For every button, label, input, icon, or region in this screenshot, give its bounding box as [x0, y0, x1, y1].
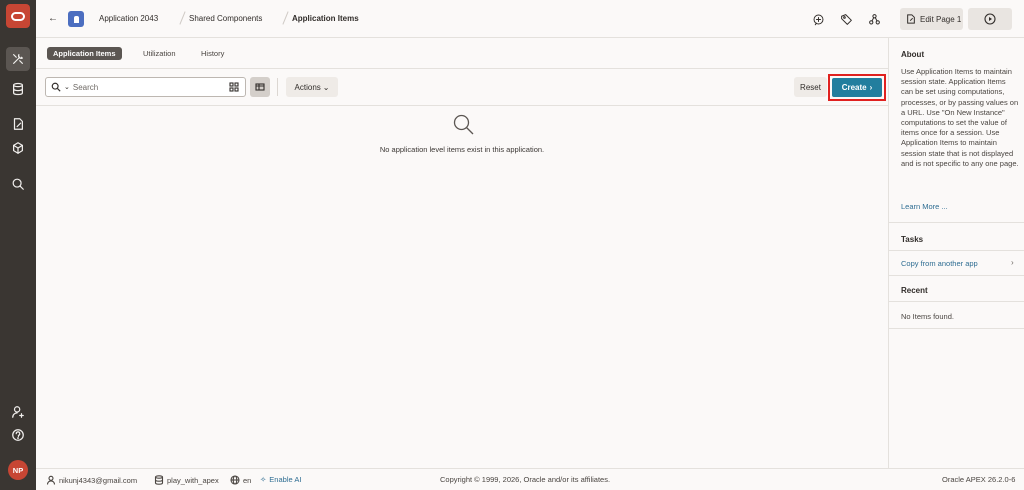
footer-workspace-name: play_with_apex	[167, 475, 219, 485]
footer-language-code: en	[243, 475, 252, 485]
tab-history[interactable]: History	[201, 47, 224, 60]
help-icon[interactable]	[6, 423, 30, 447]
breadcrumb-separator	[282, 11, 289, 25]
application-icon	[68, 11, 84, 27]
panel-divider	[889, 250, 1024, 251]
sparkle-icon: ✧	[260, 475, 267, 484]
search-input[interactable]	[72, 82, 223, 92]
database-icon	[154, 475, 164, 485]
search-box[interactable]: ⌄	[45, 77, 246, 97]
chevron-down-icon[interactable]: ⌄	[64, 83, 70, 91]
panel-divider	[889, 275, 1024, 276]
about-text: Use Application Items to maintain sessio…	[901, 67, 1019, 168]
search-icon	[452, 113, 474, 135]
grid-view-button[interactable]	[224, 77, 244, 97]
report-toolbar: ⌄ Actions ⌄ Reset Create ›	[36, 68, 888, 106]
task-copy-from-another-app[interactable]: Copy from another app	[901, 259, 978, 268]
tab-bar: Application Items Utilization History	[36, 38, 888, 68]
globe-icon	[230, 475, 240, 485]
breadcrumb-current-page: Application Items	[292, 14, 359, 23]
panel-divider	[889, 301, 1024, 302]
search-icon	[51, 82, 61, 92]
breadcrumb-shared-components[interactable]: Shared Components	[189, 14, 262, 23]
database-icon[interactable]	[6, 77, 30, 101]
chevron-right-icon: ›	[1011, 258, 1014, 267]
actions-label: Actions	[294, 82, 321, 92]
footer-version: Oracle APEX 26.2.0-6	[942, 475, 1016, 484]
play-icon	[984, 13, 996, 25]
run-page-button[interactable]	[968, 8, 1012, 30]
create-label: Create	[841, 83, 867, 92]
package-icon[interactable]	[6, 136, 30, 160]
about-title: About	[901, 50, 925, 59]
footer-user[interactable]: nikunj4343@gmail.com	[46, 475, 137, 485]
footer-language[interactable]: en	[230, 475, 251, 485]
create-button[interactable]: Create ›	[832, 78, 882, 97]
footer-user-email: nikunj4343@gmail.com	[59, 475, 138, 485]
footer-workspace[interactable]: play_with_apex	[154, 475, 219, 485]
user-avatar[interactable]: NP	[8, 460, 28, 480]
page-header: ← Application 2043 Shared Components App…	[36, 0, 1024, 38]
side-panel: About Use Application Items to maintain …	[888, 38, 1024, 468]
user-settings-icon[interactable]	[6, 400, 30, 424]
tag-icon[interactable]	[838, 11, 854, 27]
tab-application-items[interactable]: Application Items	[47, 47, 122, 60]
feedback-icon[interactable]	[810, 11, 826, 27]
learn-more-link[interactable]: Learn More ...	[901, 202, 948, 211]
grid-icon	[229, 82, 239, 92]
tab-utilization[interactable]: Utilization	[143, 47, 176, 60]
page-footer: nikunj4343@gmail.com play_with_apex en ✧…	[36, 468, 1024, 490]
recent-empty-text: No Items found.	[901, 312, 954, 321]
edit-page-label: Edit Page 1	[920, 14, 962, 24]
chevron-down-icon: ⌄	[322, 82, 330, 92]
breadcrumb-separator	[179, 11, 186, 25]
empty-state-message: No application level items exist in this…	[379, 145, 545, 154]
edit-page-button[interactable]: Edit Page 1	[900, 8, 963, 30]
recent-title: Recent	[901, 286, 928, 295]
tasks-title: Tasks	[901, 235, 924, 244]
chevron-right-icon: ›	[869, 83, 873, 92]
actions-menu-button[interactable]: Actions ⌄	[286, 77, 338, 97]
breadcrumb-application[interactable]: Application 2043	[99, 14, 158, 23]
table-icon	[255, 83, 265, 91]
footer-copyright: Copyright © 1999, 2026, Oracle and/or it…	[440, 475, 611, 484]
report-view-button[interactable]	[250, 77, 270, 97]
user-icon	[46, 475, 56, 485]
report-region: No application level items exist in this…	[36, 106, 888, 468]
panel-divider	[889, 328, 1024, 329]
toolbar-divider	[277, 78, 278, 96]
enable-ai-label: Enable AI	[269, 475, 302, 484]
left-navigation: NP	[0, 0, 36, 490]
enable-ai-link[interactable]: ✧ Enable AI	[260, 475, 301, 484]
tools-icon[interactable]	[6, 47, 30, 71]
search-icon[interactable]	[6, 172, 30, 196]
panel-divider	[889, 222, 1024, 223]
document-edit-icon[interactable]	[6, 112, 30, 136]
reset-button[interactable]: Reset	[794, 77, 827, 97]
shared-components-icon[interactable]	[866, 11, 882, 27]
back-arrow-icon[interactable]: ←	[48, 13, 58, 24]
oracle-logo[interactable]	[6, 4, 30, 28]
